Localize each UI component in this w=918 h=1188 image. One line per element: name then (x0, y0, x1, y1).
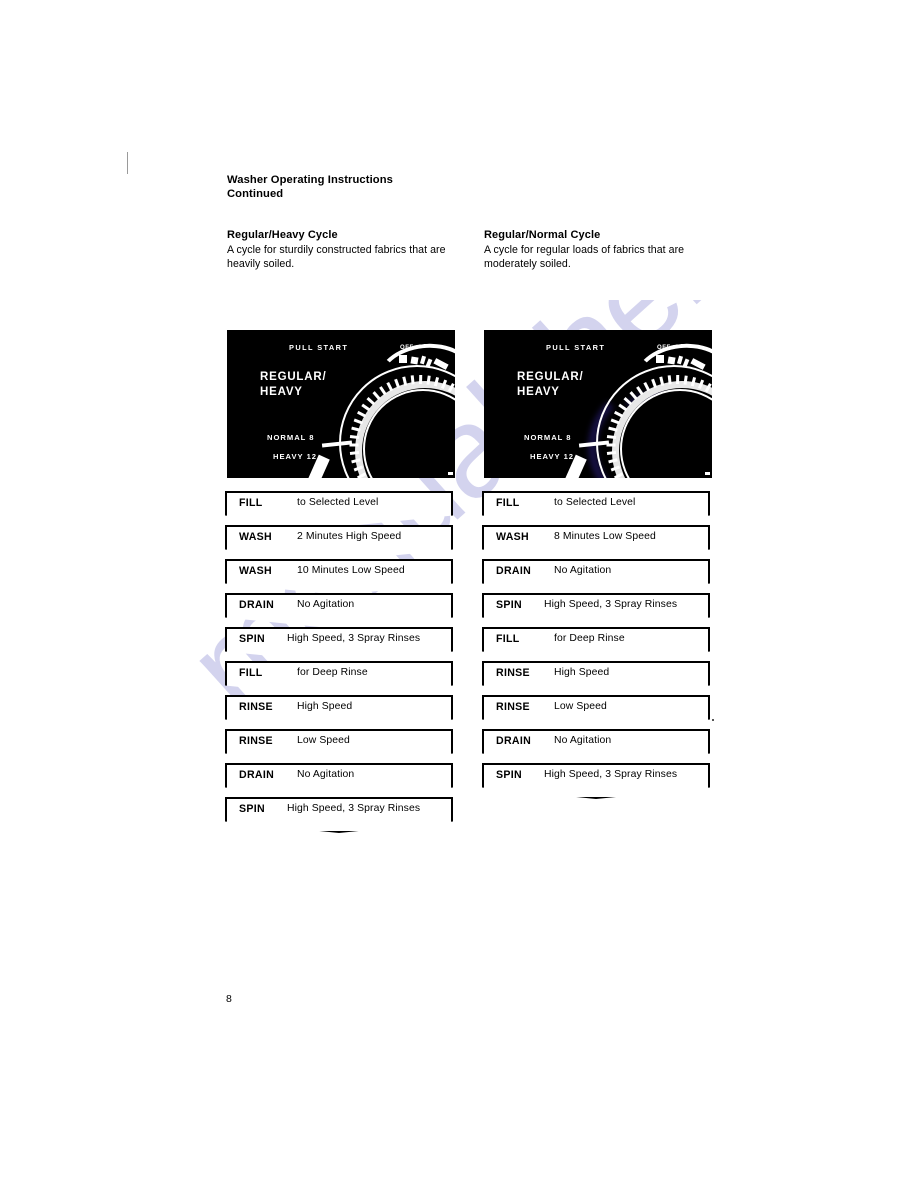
cycle-step: WASH 8 Minutes Low Speed (482, 525, 710, 561)
cycle-step-label: RINSE (239, 735, 273, 747)
cycle-step-detail: 8 Minutes Low Speed (554, 531, 656, 542)
cycle-step-detail: No Agitation (554, 735, 612, 746)
cycle-step-detail: No Agitation (297, 599, 355, 610)
cycle-step: RINSE Low Speed (482, 695, 710, 731)
cycle-step-detail: to Selected Level (297, 497, 379, 508)
cycle-section-regular-heavy: Regular/Heavy Cycle A cycle for sturdily… (227, 228, 455, 271)
cycle-step: FILL to Selected Level (225, 491, 453, 527)
cycle-step-detail: 10 Minutes Low Speed (297, 565, 405, 576)
cycle-step: DRAIN No Agitation (482, 729, 710, 765)
cycle-step: FILL for Deep Rinse (482, 627, 710, 663)
cycle-step: WASH 10 Minutes Low Speed (225, 559, 453, 595)
cycle-description: A cycle for regular loads of fabrics tha… (484, 244, 685, 270)
cycle-step-label: RINSE (239, 701, 273, 713)
cycle-title: Regular/Heavy Cycle (227, 229, 338, 241)
cycle-step-label: WASH (496, 531, 529, 543)
cycle-step-detail: High Speed, 3 Spray Rinses (287, 803, 421, 814)
cycle-step: RINSE High Speed (225, 695, 453, 731)
cycle-title: Regular/Normal Cycle (484, 229, 601, 241)
cycle-step-detail: High Speed (297, 701, 353, 712)
scan-artifact-dot (712, 719, 714, 721)
cycle-step: RINSE Low Speed (225, 729, 453, 765)
cycle-step-detail: No Agitation (297, 769, 355, 780)
cycle-step-label: DRAIN (496, 565, 532, 577)
cycle-step: SPIN High Speed, 3 Spray Rinses (482, 763, 710, 799)
page-number: 8 (226, 993, 232, 1005)
cycle-step: SPIN High Speed, 3 Spray Rinses (482, 593, 710, 629)
cycle-step: SPIN High Speed, 3 Spray Rinses (225, 627, 453, 663)
cycle-step-detail: High Speed, 3 Spray Rinses (287, 633, 421, 644)
cycle-step-label: SPIN (496, 769, 522, 781)
cycle-step-label: DRAIN (239, 599, 275, 611)
margin-tick-mark (127, 152, 128, 174)
cycle-step-detail: Low Speed (554, 701, 607, 712)
cycle-step-detail: High Speed, 3 Spray Rinses (544, 769, 678, 780)
cycle-steps-regular-heavy: FILL to Selected Level WASH 2 Minutes High … (225, 491, 453, 833)
cycle-step-detail: to Selected Level (554, 497, 636, 508)
cycle-step-label: SPIN (239, 633, 265, 645)
page-title-line-1: Washer Operating Instructions (227, 174, 393, 186)
cycle-step: RINSE High Speed (482, 661, 710, 697)
cycle-step-label: FILL (496, 633, 520, 645)
cycle-step: DRAIN No Agitation (225, 593, 453, 629)
cycle-step: FILL for Deep Rinse (225, 661, 453, 697)
cycle-step-detail: High Speed, 3 Spray Rinses (544, 599, 678, 610)
cycle-step-label: FILL (239, 497, 263, 509)
control-panel-photo-regular-heavy: PULL START OFF REGULAR/ HEAVY NORMAL 8 H… (227, 330, 455, 478)
cycle-step-label: DRAIN (496, 735, 532, 747)
cycle-step: WASH 2 Minutes High Speed (225, 525, 453, 561)
cycle-steps-regular-normal: FILL to Selected Level WASH 8 Minutes Low S… (482, 491, 710, 799)
page-title-line-2: Continued (227, 188, 284, 200)
page-title: Washer Operating Instructions Continued (227, 173, 393, 201)
cycle-step-label: WASH (239, 531, 272, 543)
cycle-step: DRAIN No Agitation (482, 559, 710, 595)
cycle-step: DRAIN No Agitation (225, 763, 453, 799)
cycle-step-label: DRAIN (239, 769, 275, 781)
cycle-step: SPIN High Speed, 3 Spray Rinses (225, 797, 453, 833)
document-page: manualshelf.com Washer Operating Instruc… (0, 0, 918, 1188)
cycle-step-detail: 2 Minutes High Speed (297, 531, 402, 542)
cycle-step-label: SPIN (239, 803, 265, 815)
cycle-step-detail: for Deep Rinse (554, 633, 625, 644)
cycle-step-detail: High Speed (554, 667, 610, 678)
control-panel-photo-regular-normal: PULL START OFF REGULAR/ HEAVY NORMAL 8 H… (484, 330, 712, 478)
cycle-section-regular-normal: Regular/Normal Cycle A cycle for regular… (484, 228, 712, 271)
cycle-step-label: FILL (239, 667, 263, 679)
cycle-step-label: SPIN (496, 599, 522, 611)
cycle-step-detail: Low Speed (297, 735, 350, 746)
cycle-step-label: RINSE (496, 701, 530, 713)
cycle-step-label: RINSE (496, 667, 530, 679)
cycle-step-detail: for Deep Rinse (297, 667, 368, 678)
cycle-step-label: WASH (239, 565, 272, 577)
cycle-step-detail: No Agitation (554, 565, 612, 576)
cycle-step-label: FILL (496, 497, 520, 509)
cycle-description: A cycle for sturdily constructed fabrics… (227, 244, 446, 270)
cycle-step: FILL to Selected Level (482, 491, 710, 527)
